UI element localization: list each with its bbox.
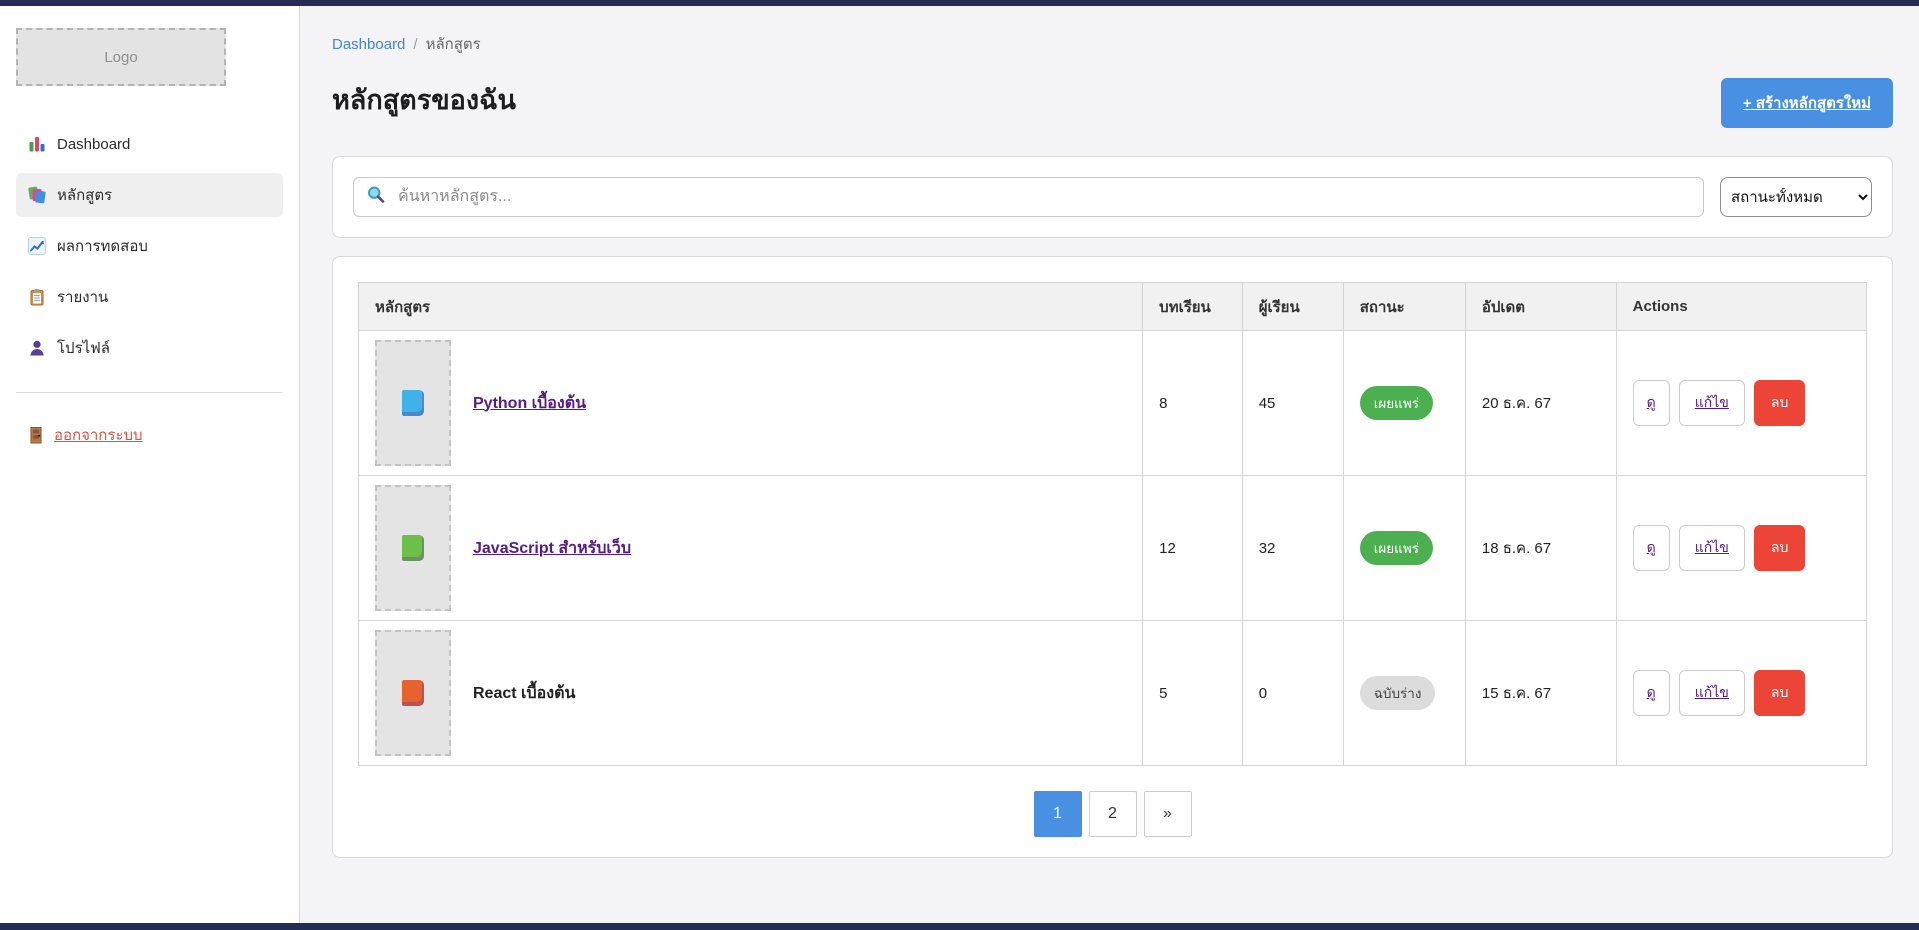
edit-button[interactable]: แก้ไข bbox=[1679, 380, 1745, 426]
logout-link[interactable]: ออกจากระบบ bbox=[28, 423, 143, 447]
delete-button[interactable]: ลบ bbox=[1754, 670, 1805, 716]
sidebar-item-profile[interactable]: โปรไฟล์ bbox=[16, 326, 283, 370]
search-input[interactable] bbox=[353, 177, 1704, 217]
header-actions: Actions bbox=[1616, 283, 1866, 331]
line-chart-icon bbox=[28, 237, 46, 255]
course-thumbnail bbox=[375, 630, 451, 756]
page-title: หลักสูตรของฉัน bbox=[332, 78, 516, 121]
table-header-row: หลักสูตร บทเรียน ผู้เรียน สถานะ อัปเดต A… bbox=[359, 283, 1867, 331]
delete-button[interactable]: ลบ bbox=[1754, 525, 1805, 571]
orange-book-icon bbox=[402, 680, 424, 706]
breadcrumb-separator: / bbox=[413, 36, 417, 53]
courses-table: หลักสูตร บทเรียน ผู้เรียน สถานะ อัปเดต A… bbox=[358, 282, 1867, 766]
course-thumbnail bbox=[375, 340, 451, 466]
students-count: 45 bbox=[1242, 331, 1343, 476]
sidebar-item-reports[interactable]: รายงาน bbox=[16, 275, 283, 319]
lessons-count: 5 bbox=[1143, 621, 1243, 766]
sidebar-item-test-results[interactable]: ผลการทดสอบ bbox=[16, 224, 283, 268]
course-title: React เบื้องต้น bbox=[473, 681, 575, 706]
delete-button[interactable]: ลบ bbox=[1754, 380, 1805, 426]
person-icon bbox=[28, 339, 46, 357]
lessons-count: 12 bbox=[1143, 476, 1243, 621]
sidebar-item-courses[interactable]: หลักสูตร bbox=[16, 173, 283, 217]
search-icon bbox=[366, 185, 386, 210]
logout-label: ออกจากระบบ bbox=[54, 423, 143, 447]
status-badge: เผยแพร่ bbox=[1360, 386, 1433, 420]
blue-book-icon bbox=[402, 390, 424, 416]
status-badge: ฉบับร่าง bbox=[1360, 676, 1436, 710]
pagination: 1 2 » bbox=[358, 791, 1867, 837]
view-button[interactable]: ดู bbox=[1633, 380, 1670, 426]
breadcrumb-current: หลักสูตร bbox=[426, 36, 481, 53]
header-students: ผู้เรียน bbox=[1242, 283, 1343, 331]
header-updated: อัปเดต bbox=[1465, 283, 1616, 331]
sidebar-nav: Dashboard หลักสูตร ผลการทดสอบ bbox=[16, 122, 283, 370]
sidebar-item-label: รายงาน bbox=[57, 285, 108, 309]
sidebar-item-label: โปรไฟล์ bbox=[57, 336, 110, 360]
sidebar-item-label: หลักสูตร bbox=[57, 183, 112, 207]
sidebar-item-dashboard[interactable]: Dashboard bbox=[16, 122, 283, 166]
search-wrap bbox=[353, 177, 1704, 217]
logo-placeholder: Logo bbox=[16, 28, 226, 86]
updated-date: 18 ธ.ค. 67 bbox=[1465, 476, 1616, 621]
door-icon bbox=[28, 426, 44, 444]
students-count: 32 bbox=[1242, 476, 1343, 621]
edit-button[interactable]: แก้ไข bbox=[1679, 670, 1745, 716]
status-filter-select[interactable]: สถานะทั้งหมด bbox=[1720, 177, 1872, 217]
green-book-icon bbox=[402, 535, 424, 561]
course-title-link[interactable]: Python เบื้องต้น bbox=[473, 391, 586, 416]
sidebar-item-label: Dashboard bbox=[57, 136, 130, 153]
view-button[interactable]: ดู bbox=[1633, 670, 1670, 716]
clipboard-icon bbox=[28, 288, 46, 306]
course-title-link[interactable]: JavaScript สำหรับเว็บ bbox=[473, 536, 631, 561]
table-row: Python เบื้องต้น 8 45 เผยแพร่ 20 ธ.ค. 67… bbox=[359, 331, 1867, 476]
status-badge: เผยแพร่ bbox=[1360, 531, 1433, 565]
pagination-page-1[interactable]: 1 bbox=[1034, 791, 1082, 837]
title-row: หลักสูตรของฉัน + สร้างหลักสูตรใหม่ bbox=[332, 78, 1893, 128]
filter-bar: สถานะทั้งหมด bbox=[332, 156, 1893, 238]
header-lessons: บทเรียน bbox=[1143, 283, 1243, 331]
pagination-next[interactable]: » bbox=[1144, 791, 1192, 837]
page: Logo Dashboard หลักสูตร bbox=[0, 0, 1919, 930]
table-row: JavaScript สำหรับเว็บ 12 32 เผยแพร่ 18 ธ… bbox=[359, 476, 1867, 621]
edit-button[interactable]: แก้ไข bbox=[1679, 525, 1745, 571]
pagination-page-2[interactable]: 2 bbox=[1089, 791, 1137, 837]
course-thumbnail bbox=[375, 485, 451, 611]
courses-table-card: หลักสูตร บทเรียน ผู้เรียน สถานะ อัปเดต A… bbox=[332, 256, 1893, 858]
updated-date: 15 ธ.ค. 67 bbox=[1465, 621, 1616, 766]
table-row: React เบื้องต้น 5 0 ฉบับร่าง 15 ธ.ค. 67 … bbox=[359, 621, 1867, 766]
bar-chart-icon bbox=[28, 135, 46, 153]
sidebar-item-label: ผลการทดสอบ bbox=[57, 234, 148, 258]
sidebar-divider bbox=[16, 392, 283, 393]
students-count: 0 bbox=[1242, 621, 1343, 766]
breadcrumb-dashboard-link[interactable]: Dashboard bbox=[332, 36, 405, 53]
create-course-button[interactable]: + สร้างหลักสูตรใหม่ bbox=[1721, 78, 1893, 128]
header-course: หลักสูตร bbox=[359, 283, 1143, 331]
updated-date: 20 ธ.ค. 67 bbox=[1465, 331, 1616, 476]
header-status: สถานะ bbox=[1343, 283, 1465, 331]
view-button[interactable]: ดู bbox=[1633, 525, 1670, 571]
breadcrumb: Dashboard / หลักสูตร bbox=[332, 32, 1893, 56]
main-content: Dashboard / หลักสูตร หลักสูตรของฉัน + สร้า… bbox=[300, 6, 1919, 923]
lessons-count: 8 bbox=[1143, 331, 1243, 476]
sidebar: Logo Dashboard หลักสูตร bbox=[0, 6, 300, 923]
books-icon bbox=[28, 186, 46, 204]
